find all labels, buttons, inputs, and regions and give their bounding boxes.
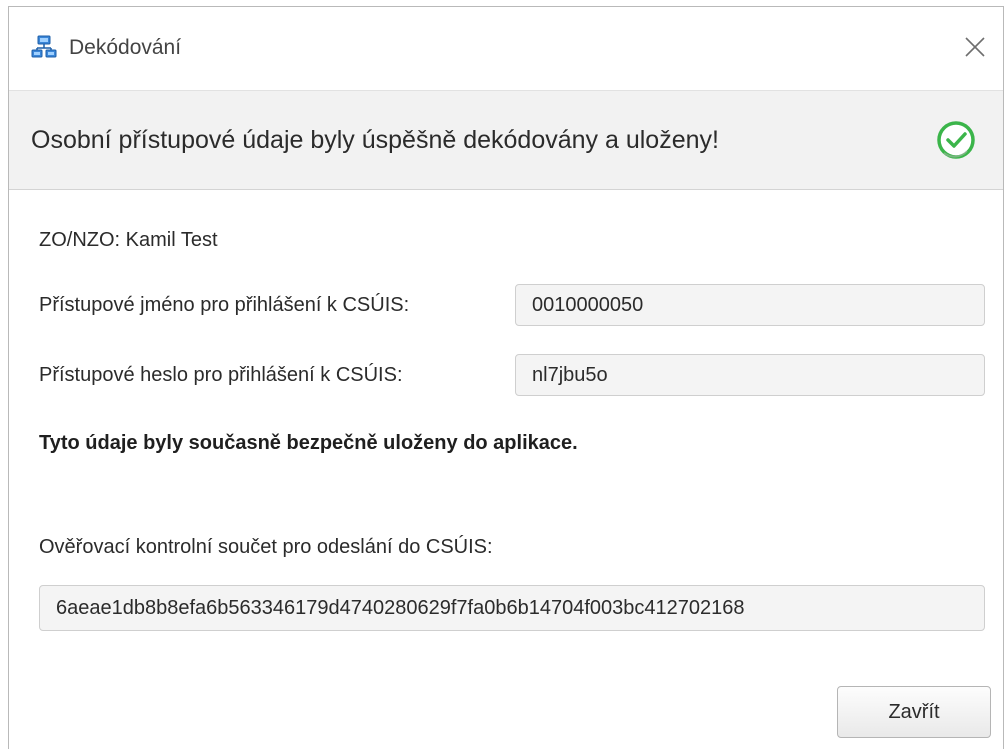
close-button[interactable]: Zavřít — [837, 686, 991, 738]
success-check-icon — [935, 119, 979, 163]
saved-note: Tyto údaje byly současně bezpečně uložen… — [39, 432, 578, 454]
message-header: Osobní přístupové údaje byly úspěšně dek… — [9, 90, 1003, 190]
window-title: Dekódování — [69, 36, 182, 59]
username-field[interactable]: 0010000050 — [515, 284, 985, 326]
title-bar: Dekódování — [9, 7, 1003, 87]
success-message: Osobní přístupové údaje byly úspěšně dek… — [31, 126, 719, 154]
dialog-window: Dekódování Osobní přístupové údaje byly … — [8, 6, 1004, 749]
zo-nzo-label: ZO/NZO: Kamil Test — [39, 229, 218, 251]
network-computers-icon — [31, 35, 57, 59]
dialog-content: ZO/NZO: Kamil Test Přístupové jméno pro … — [9, 189, 1003, 749]
checksum-label: Ověřovací kontrolní součet pro odeslání … — [39, 536, 493, 558]
close-icon[interactable] — [957, 29, 993, 65]
checksum-field[interactable]: 6aeae1db8b8efa6b563346179d4740280629f7fa… — [39, 585, 985, 631]
username-label: Přístupové jméno pro přihlášení k CSÚIS: — [39, 294, 410, 316]
password-field[interactable]: nl7jbu5o — [515, 354, 985, 396]
password-label: Přístupové heslo pro přihlášení k CSÚIS: — [39, 364, 403, 386]
